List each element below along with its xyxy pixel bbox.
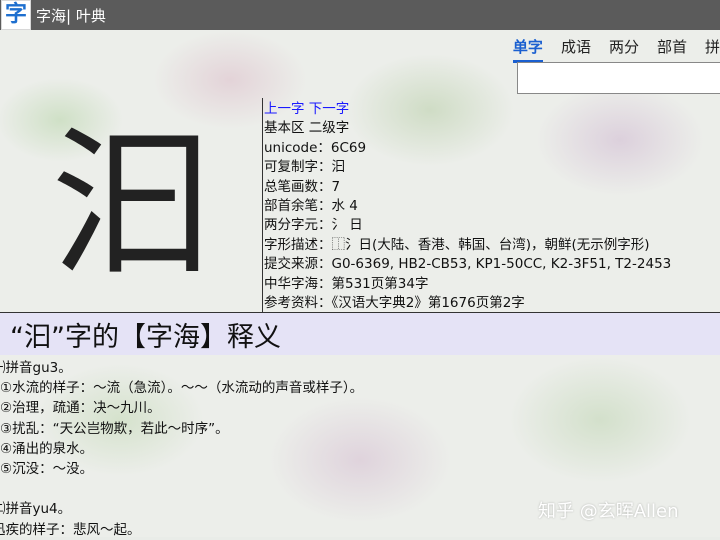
definition-heading: “汩”字的【字海】释义 xyxy=(10,321,281,353)
info-components: 两分字元：氵 日 xyxy=(264,217,363,234)
prev-char-link[interactable]: 上一字 xyxy=(264,101,305,117)
nav-links: 上一字 下一字 xyxy=(264,100,671,119)
tab-pinyin[interactable]: 拼 xyxy=(705,36,720,63)
tab-two-part[interactable]: 两分 xyxy=(609,36,639,63)
definition-line: ㈡拼音yu4。 xyxy=(0,501,72,518)
next-char-link[interactable]: 下一字 xyxy=(309,101,350,117)
info-block-region: 基本区 二级字 xyxy=(264,120,350,137)
definitions: ㈠拼音gu3。 ①水流的样子：～流（急流）。～～（水流动的声音或样子）。 ②治理… xyxy=(0,358,363,540)
definition-line: ㈠拼音gu3。 xyxy=(0,360,72,376)
character-glyph: 汩 xyxy=(50,111,211,298)
character-info-panel: 上一字 下一字 基本区 二级字 unicode：6C69 可复制字：汩 总笔画数… xyxy=(264,100,671,313)
info-submission-source: 提交来源：G0-6369, HB2-CB53, KP1-50CC, K2-3F5… xyxy=(264,256,672,273)
title-bar: 字 字海| 叶典 xyxy=(0,0,720,30)
definition-line: ③扰乱：“天公岂物欺，若此～时序”。 xyxy=(0,420,229,437)
definition-line: ⑤沉没：～没。 xyxy=(0,461,94,478)
tab-single-char[interactable]: 单字 xyxy=(512,36,543,63)
info-references: 参考资料：《汉语大字典2》第1676页第2字 xyxy=(264,294,525,311)
info-glyph-description: 字形描述：⿰氵日(大陆、香港、韩国、台湾)，朝鲜(无示例字形) xyxy=(264,236,650,253)
definition-line: ②治理，疏通：决～九川。 xyxy=(0,400,161,417)
definition-line: ④涌出的泉水。 xyxy=(0,440,94,457)
info-radical-strokes: 部首余笔：水 4 xyxy=(264,197,358,214)
app-title: 字海| 叶典 xyxy=(36,6,106,25)
info-stroke-count: 总笔画数：7 xyxy=(264,178,341,195)
search-tabs: 单字 成语 两分 部首 拼 xyxy=(512,36,720,63)
info-zhonghua-zihai: 中华字海：第531页第34字 xyxy=(264,275,429,292)
divider-vertical xyxy=(262,98,263,312)
definition-heading-band: “汩”字的【字海】释义 xyxy=(0,313,720,355)
definition-line: ①水流的样子：～流（急流）。～～（水流动的声音或样子）。 xyxy=(0,380,364,397)
search-input[interactable] xyxy=(517,62,720,94)
watermark: 知乎 @玄晖Allen xyxy=(538,501,679,522)
app-logo-icon[interactable]: 字 xyxy=(1,0,31,30)
info-copyable-char: 可复制字：汩 xyxy=(264,159,345,176)
info-unicode: unicode：6C69 xyxy=(264,139,367,156)
tab-radical[interactable]: 部首 xyxy=(657,36,687,63)
tab-idiom[interactable]: 成语 xyxy=(561,36,591,63)
